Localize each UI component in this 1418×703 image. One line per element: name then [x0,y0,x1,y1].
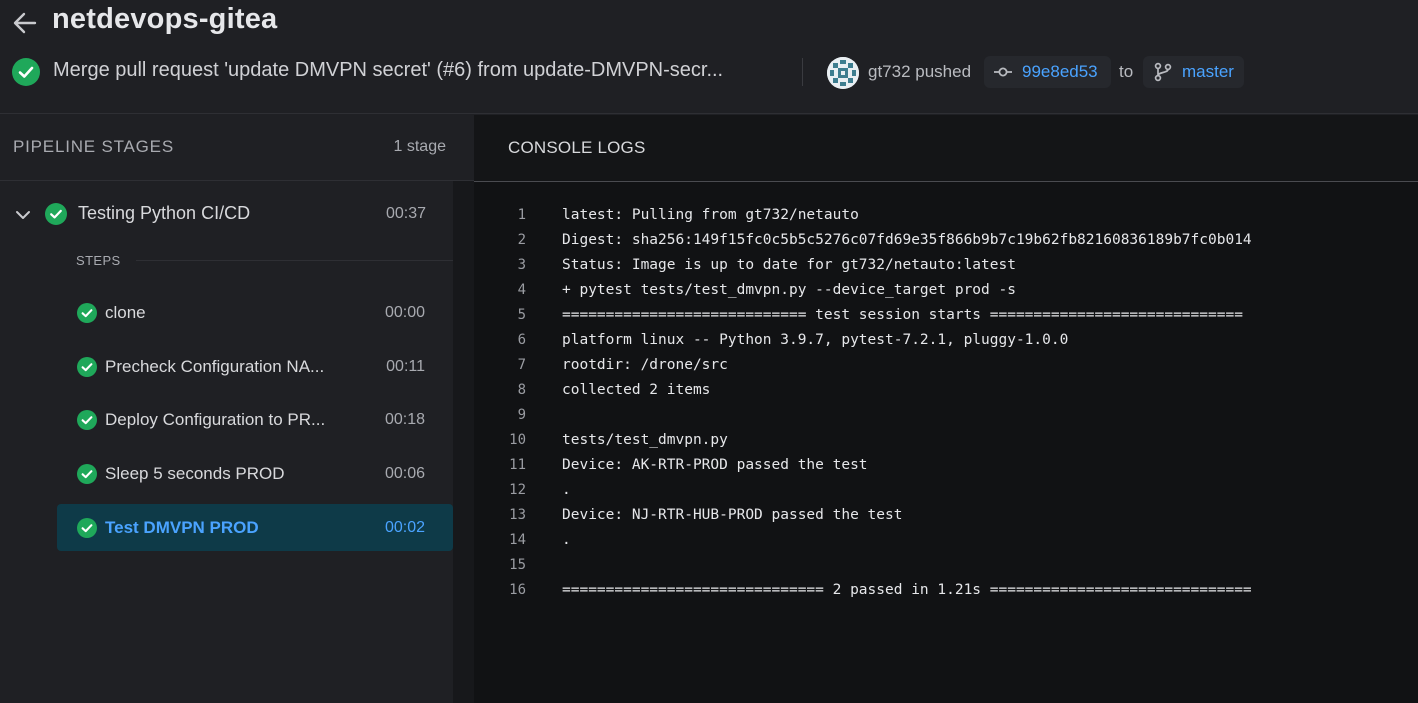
step-name: Precheck Configuration NA... [105,357,325,376]
chevron-down-icon[interactable] [14,206,32,224]
commit-icon [994,67,1012,77]
line-number: 5 [517,307,526,323]
log-line: 9 [474,403,1418,428]
line-number: 14 [509,532,526,548]
step-name: clone [105,303,146,322]
pipeline-stages-panel: PIPELINE STAGES 1 stage Testing Python C… [0,115,474,703]
stage-row[interactable]: Testing Python CI/CD 00:37 [0,181,453,245]
line-number: 4 [517,282,526,298]
console-panel: CONSOLE LOGS 1 latest: Pulling from gt732… [474,115,1418,703]
line-text: . [562,482,571,498]
success-check-icon [77,357,97,377]
branch-name: master [1182,62,1234,81]
stages-count: 1 stage [393,138,446,155]
log-line: 8 collected 2 items [474,378,1418,403]
line-text: tests/test_dmvpn.py [562,432,728,448]
step-name: Deploy Configuration to PR... [105,410,326,429]
stage-list: Testing Python CI/CD 00:37 STEPS clone 0… [0,181,453,703]
branch-icon [1154,62,1172,82]
step-duration: 00:06 [384,465,425,482]
line-text: + pytest tests/test_dmvpn.py --device_ta… [562,282,1016,298]
log-line: 6 platform linux -- Python 3.9.7, pytest-… [474,328,1418,353]
success-check-icon [77,518,97,538]
log-line: 11 Device: AK-RTR-PROD passed the test [474,453,1418,478]
avatar[interactable] [827,57,859,89]
line-number: 9 [517,407,526,423]
line-number: 2 [517,232,526,248]
line-text: collected 2 items [562,382,711,398]
step-name: Sleep 5 seconds PROD [105,464,285,483]
log-line: 5 ============================ test sessi… [474,303,1418,328]
step-duration: 00:00 [384,304,425,321]
steps-divider [136,260,453,261]
log-line: 7 rootdir: /drone/src [474,353,1418,378]
commit-sha: 99e8ed53 [1022,62,1098,81]
line-text: Digest: sha256:149f15fc0c5b5c5276c07fd69… [562,232,1252,248]
stage-name: Testing Python CI/CD [78,203,251,223]
step-duration: 00:11 [386,358,425,375]
commit-sha-link[interactable]: 99e8ed53 [984,56,1111,88]
line-text: rootdir: /drone/src [562,357,728,373]
line-text: latest: Pulling from gt732/netauto [562,207,859,223]
scrollbar[interactable] [453,181,474,703]
line-number: 8 [517,382,526,398]
steps-label: STEPS [76,253,121,268]
line-text: ============================ test sessio… [562,307,1243,323]
back-arrow-icon[interactable] [10,8,40,38]
success-check-icon [77,410,97,430]
log-line: 2 Digest: sha256:149f15fc0c5b5c5276c07fd6… [474,228,1418,253]
line-text: Device: NJ-RTR-HUB-PROD passed the test [562,507,903,523]
line-number: 7 [517,357,526,373]
log-line: 13 Device: NJ-RTR-HUB-PROD passed the tes… [474,503,1418,528]
build-header: netdevops-gitea Merge pull request 'upda… [0,0,1418,114]
log-line: 12. [474,478,1418,503]
log-line: 4 + pytest tests/test_dmvpn.py --device_t… [474,278,1418,303]
log-line: 1 latest: Pulling from gt732/netauto [474,203,1418,228]
log-line: 14. [474,528,1418,553]
line-text: platform linux -- Python 3.9.7, pytest-7… [562,332,1069,348]
step-name: Test DMVPN PROD [105,518,259,537]
console-header: CONSOLE LOGS [474,115,1418,182]
stages-title: PIPELINE STAGES [13,137,174,156]
success-check-icon [77,303,97,323]
line-number: 3 [517,257,526,273]
branch-link[interactable]: master [1143,56,1244,88]
step-duration: 00:18 [384,411,425,428]
success-check-icon [45,203,67,225]
line-number: 15 [509,557,526,573]
step-clone[interactable]: clone 00:00 [57,289,453,336]
line-text: ============================== 2 passed … [562,582,1252,598]
line-number: 1 [517,207,526,223]
success-check-icon [77,464,97,484]
line-text: . [562,532,571,548]
line-text: Status: Image is up to date for gt732/ne… [562,257,1016,273]
log-line: 16 ============================== 2 passe… [474,578,1418,603]
step-test-dmvpn[interactable]: Test DMVPN PROD 00:02 [57,504,453,551]
line-number: 12 [509,482,526,498]
log-line: 10 tests/test_dmvpn.py [474,428,1418,453]
repo-title[interactable]: netdevops-gitea [52,3,277,36]
stages-header: PIPELINE STAGES 1 stage [0,115,474,181]
line-number: 16 [509,582,526,598]
console-log: 1 latest: Pulling from gt732/netauto 2 Dige… [474,203,1418,603]
line-number: 11 [509,457,526,473]
line-number: 6 [517,332,526,348]
commit-message: Merge pull request 'update DMVPN secret'… [53,59,724,81]
pusher-text: gt732 pushed [868,62,972,81]
line-number: 13 [509,507,526,523]
step-duration: 00:02 [384,519,425,536]
step-sleep[interactable]: Sleep 5 seconds PROD 00:06 [57,450,453,497]
stage-duration: 00:37 [385,205,426,222]
console-title: CONSOLE LOGS [508,138,646,157]
step-precheck[interactable]: Precheck Configuration NA... 00:11 [57,343,453,390]
step-deploy[interactable]: Deploy Configuration to PR... 00:18 [57,396,453,443]
success-check-icon [12,58,40,86]
line-text: Device: AK-RTR-PROD passed the test [562,457,868,473]
log-line: 3 Status: Image is up to date for gt732/n… [474,253,1418,278]
line-number: 10 [509,432,526,448]
log-line: 15 [474,553,1418,578]
header-divider [802,58,803,86]
to-label: to [1119,62,1134,81]
